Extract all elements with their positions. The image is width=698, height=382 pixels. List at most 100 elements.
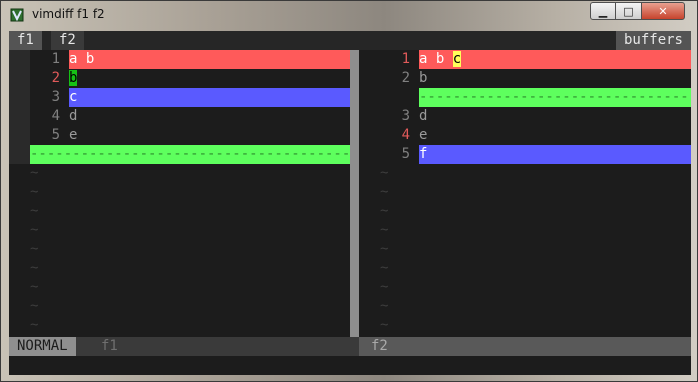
left-line-5: 5 e xyxy=(9,126,350,145)
empty-line: ~ xyxy=(359,240,691,259)
fold-column xyxy=(9,145,30,164)
close-button[interactable]: ✕ xyxy=(641,2,685,20)
title-bar[interactable]: vimdiff f1 f2 ▁ □ ✕ xyxy=(1,1,697,31)
empty-line: ~ xyxy=(359,221,691,240)
line-number: 4 xyxy=(51,108,60,124)
diff-filler: ----------------------------------------… xyxy=(419,88,691,107)
tilde-marker: ~ xyxy=(30,184,39,200)
empty-line: ~ xyxy=(359,316,691,335)
left-line-4: 4 d xyxy=(9,107,350,126)
line-number: 1 xyxy=(51,51,60,67)
tilde-marker: ~ xyxy=(380,260,389,276)
left-file-name: f1 xyxy=(101,338,118,354)
line-number: 3 xyxy=(51,89,60,105)
tilde-marker: ~ xyxy=(30,222,39,238)
tilde-marker: ~ xyxy=(30,241,39,257)
left-line-2: 2 b xyxy=(9,69,350,88)
line-text: a b xyxy=(69,50,350,69)
diff-text-highlight: b xyxy=(69,70,78,86)
minimize-button[interactable]: ▁ xyxy=(590,2,616,20)
line-text: e xyxy=(69,127,78,143)
line-text: b xyxy=(69,69,350,88)
empty-line: ~ xyxy=(359,164,691,183)
line-number: 2 xyxy=(401,70,410,86)
right-line-2: 2 b xyxy=(359,69,691,88)
tilde-marker: ~ xyxy=(380,241,389,257)
empty-line: ~ xyxy=(359,278,691,297)
tilde-marker: ~ xyxy=(30,298,39,314)
tilde-marker: ~ xyxy=(380,184,389,200)
right-filler-line: ----------------------------------------… xyxy=(359,88,691,107)
tilde-marker: ~ xyxy=(30,317,39,333)
fold-column xyxy=(9,69,30,88)
right-diff-pane[interactable]: 1 a b c 2 b ----------------------------… xyxy=(359,50,691,338)
line-number: 4 xyxy=(401,127,410,143)
line-text: b xyxy=(419,70,428,86)
empty-line: ~ xyxy=(9,240,350,259)
line-number: 1 xyxy=(401,51,410,67)
tab-f2[interactable]: f2 xyxy=(51,31,84,50)
left-line-3: 3 c xyxy=(9,88,350,107)
maximize-button[interactable]: □ xyxy=(615,2,642,20)
empty-line: ~ xyxy=(359,202,691,221)
command-line[interactable] xyxy=(9,356,691,375)
tilde-marker: ~ xyxy=(380,203,389,219)
line-text: e xyxy=(419,127,428,143)
fold-column xyxy=(9,50,30,69)
empty-line: ~ xyxy=(359,259,691,278)
tilde-marker: ~ xyxy=(30,260,39,276)
right-statusline: f2 xyxy=(359,337,691,356)
line-text: d xyxy=(419,108,428,124)
tilde-marker: ~ xyxy=(380,222,389,238)
tilde-marker: ~ xyxy=(380,165,389,181)
diff-text-highlight: c xyxy=(452,51,462,67)
empty-line: ~ xyxy=(9,259,350,278)
right-line-1: 1 a b c xyxy=(359,50,691,69)
tilde-marker: ~ xyxy=(30,203,39,219)
statusline: NORMAL f1 f2 xyxy=(9,337,691,356)
right-line-4: 4 e xyxy=(359,126,691,145)
empty-line: ~ xyxy=(9,183,350,202)
vim-app-icon xyxy=(10,8,24,22)
empty-line: ~ xyxy=(9,278,350,297)
tilde-marker: ~ xyxy=(380,279,389,295)
line-number: 2 xyxy=(51,70,60,86)
tilde-marker: ~ xyxy=(380,317,389,333)
empty-line: ~ xyxy=(9,164,350,183)
terminal-area[interactable]: f1 f2 buffers 1 a b 2 b 3 c 4 d 5 e ----… xyxy=(9,31,691,375)
empty-line: ~ xyxy=(359,183,691,202)
fold-column xyxy=(9,107,30,126)
empty-line: ~ xyxy=(9,202,350,221)
empty-line: ~ xyxy=(9,221,350,240)
vertical-split-separator[interactable] xyxy=(350,50,359,338)
left-diff-pane[interactable]: 1 a b 2 b 3 c 4 d 5 e ------------------… xyxy=(9,50,350,338)
left-line-1: 1 a b xyxy=(9,50,350,69)
fold-column xyxy=(9,126,30,145)
tilde-marker: ~ xyxy=(30,279,39,295)
empty-line: ~ xyxy=(9,297,350,316)
line-text-prefix: a b xyxy=(419,51,453,67)
mode-indicator: NORMAL xyxy=(9,337,76,356)
diff-filler: ----------------------------------------… xyxy=(30,145,350,164)
line-text: c xyxy=(69,88,350,107)
tilde-marker: ~ xyxy=(30,165,39,181)
line-number: 3 xyxy=(401,108,410,124)
buffers-indicator: buffers xyxy=(615,31,691,50)
window-title: vimdiff f1 f2 xyxy=(32,7,105,21)
line-number: 5 xyxy=(401,146,410,162)
vim-window: vimdiff f1 f2 ▁ □ ✕ f1 f2 buffers 1 a b … xyxy=(0,0,698,382)
line-number: 5 xyxy=(51,127,60,143)
empty-line: ~ xyxy=(9,316,350,335)
line-text: a b c xyxy=(419,50,691,69)
left-filler-line: ----------------------------------------… xyxy=(9,145,350,164)
line-text: d xyxy=(69,108,78,124)
right-file-name: f2 xyxy=(371,338,388,354)
tabline: f1 f2 buffers xyxy=(9,31,691,50)
tab-f1[interactable]: f1 xyxy=(9,31,42,50)
fold-column xyxy=(9,88,30,107)
right-line-5: 5 f xyxy=(359,145,691,164)
empty-line: ~ xyxy=(359,297,691,316)
right-line-3: 3 d xyxy=(359,107,691,126)
line-text: f xyxy=(419,145,691,164)
tilde-marker: ~ xyxy=(380,298,389,314)
